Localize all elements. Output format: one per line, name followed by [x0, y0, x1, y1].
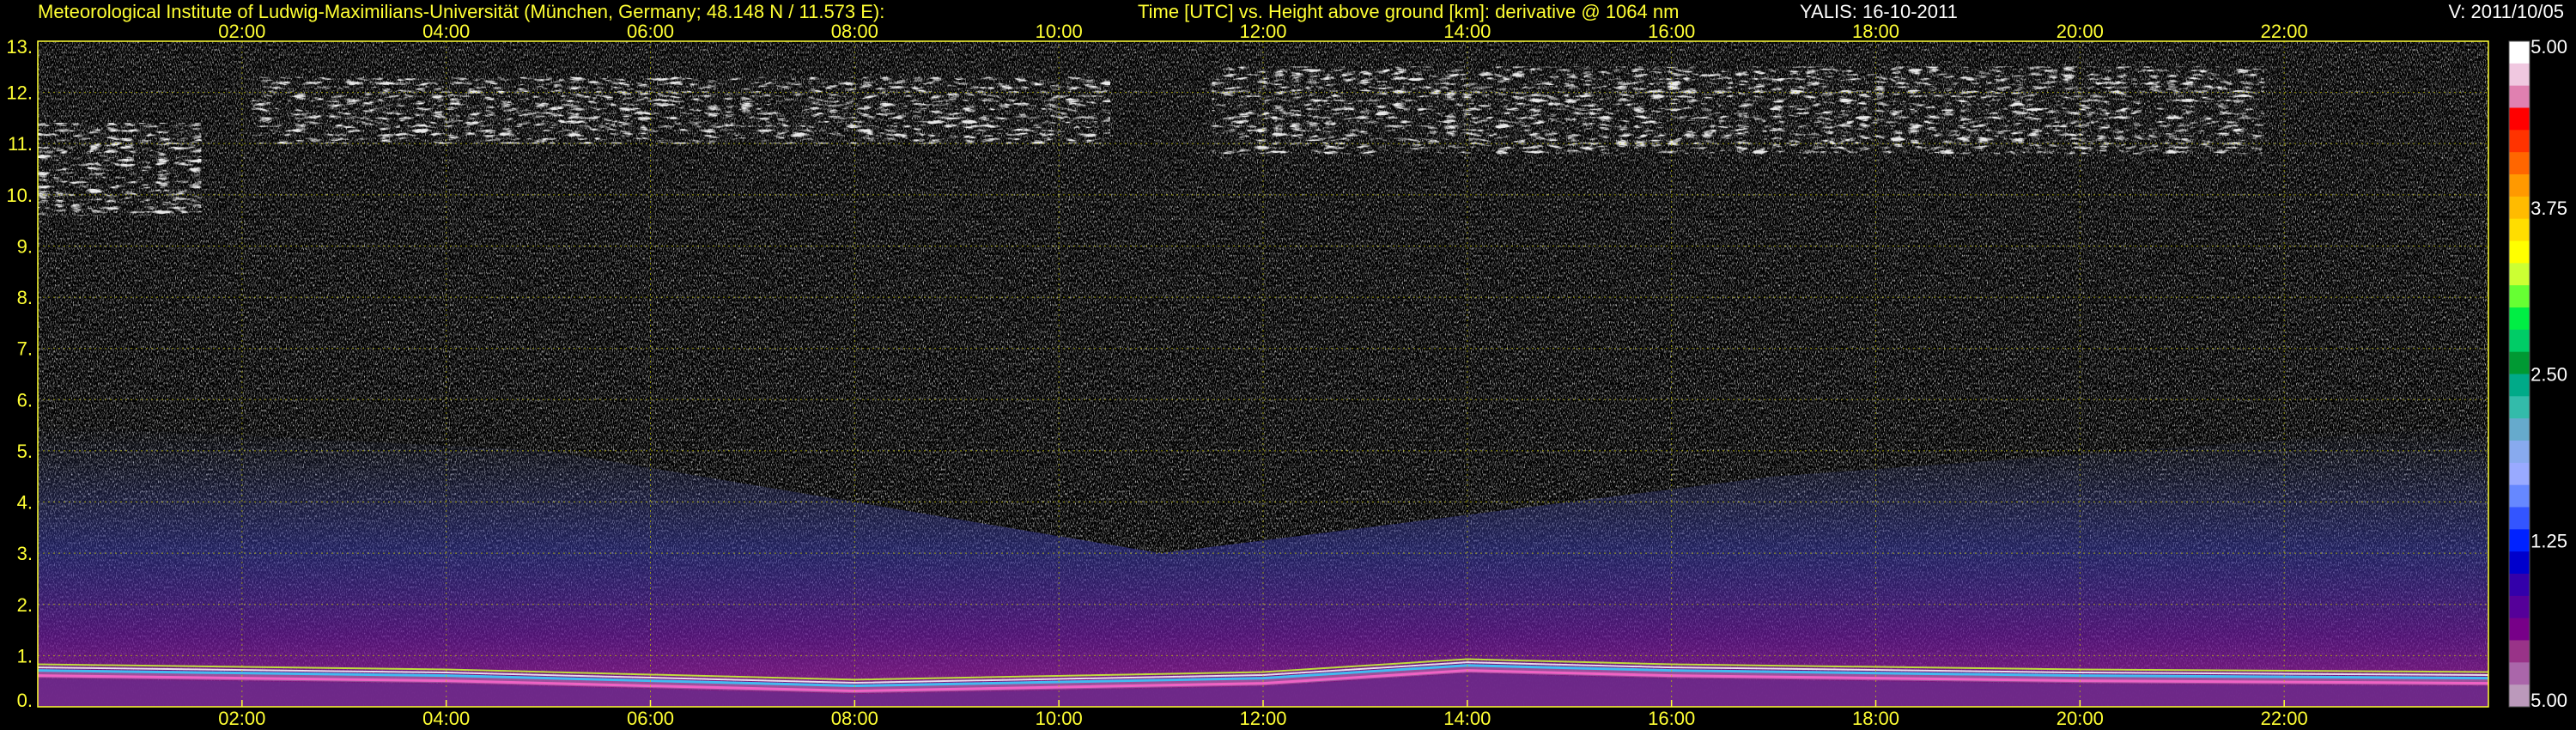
y-tick-label: 10.	[6, 185, 33, 206]
x-tick-label-bottom: 02:00	[218, 708, 265, 729]
y-axis: 0. 1. 2. 3. 4. 5. 6. 7. 8. 9. 10. 11. 12. 13.	[6, 36, 33, 711]
colorbar-segment	[2509, 218, 2530, 241]
x-tick-label-top: 04:00	[422, 21, 470, 42]
x-tick-label-bottom: 16:00	[1648, 708, 1695, 729]
colorbar-segment	[2509, 441, 2530, 464]
colorbar-segment	[2509, 595, 2530, 619]
y-tick-label: 4.	[17, 492, 33, 514]
x-tick-label-top: 10:00	[1036, 21, 1083, 42]
colorbar: 5.00 3.75 2.50 1.25 5.00	[2508, 36, 2567, 711]
colorbar-segment	[2509, 351, 2530, 374]
y-tick-label: 1.	[17, 645, 33, 666]
colorbar-segment	[2509, 285, 2530, 308]
colorbar-segment	[2509, 507, 2530, 530]
lidar-heatmap-chart: 02:00 04:00 06:00 08:00 10:00 12:00 14:00 16:00…	[6, 21, 2567, 729]
x-tick-label-top: 08:00	[831, 21, 878, 42]
y-tick-label: 8.	[17, 287, 33, 308]
colorbar-segment	[2509, 240, 2530, 264]
x-tick-label-bottom: 06:00	[627, 708, 674, 729]
y-tick-label: 12.	[6, 82, 33, 104]
colorbar-label: 5.00	[2530, 690, 2567, 711]
colorbar-segment	[2509, 418, 2530, 441]
x-tick-label-top: 22:00	[2261, 21, 2308, 42]
x-tick-label-top: 20:00	[2057, 21, 2104, 42]
colorbar-segment	[2509, 574, 2530, 597]
y-tick-label: 0.	[17, 690, 33, 711]
cirrus-cloud-3	[1212, 66, 2264, 155]
x-tick-label-bottom: 22:00	[2261, 708, 2308, 729]
x-tick-label-top: 18:00	[1852, 21, 1899, 42]
y-tick-label: 11.	[8, 133, 33, 155]
colorbar-label: 5.00	[2530, 36, 2567, 58]
colorbar-segment	[2509, 152, 2530, 175]
colorbar-segment	[2509, 329, 2530, 353]
colorbar-segment	[2509, 484, 2530, 508]
colorbar-label: 2.50	[2530, 364, 2567, 386]
y-tick-label: 6.	[17, 389, 33, 411]
colorbar-segment	[2509, 684, 2530, 708]
y-tick-label: 9.	[17, 235, 33, 257]
cirrus-cloud-2	[252, 76, 1110, 144]
colorbar-segment	[2509, 63, 2530, 87]
y-tick-label: 5.	[17, 441, 33, 462]
colorbar-label: 1.25	[2530, 530, 2567, 551]
colorbar-segment	[2509, 85, 2530, 108]
colorbar-segment	[2509, 529, 2530, 552]
x-tick-label-bottom: 20:00	[2057, 708, 2104, 729]
colorbar-segment	[2509, 662, 2530, 685]
x-tick-label-bottom: 14:00	[1443, 708, 1491, 729]
x-tick-label-bottom: 08:00	[831, 708, 878, 729]
colorbar-segment	[2509, 107, 2530, 131]
x-tick-label-top: 12:00	[1239, 21, 1286, 42]
colorbar-segment	[2509, 551, 2530, 575]
colorbar-segment	[2509, 617, 2530, 641]
y-tick-label: 2.	[17, 594, 33, 616]
x-tick-label-top: 02:00	[218, 21, 265, 42]
x-tick-label-bottom: 04:00	[422, 708, 470, 729]
colorbar-segment	[2509, 462, 2530, 486]
plot-area	[37, 40, 2489, 708]
x-tick-label-bottom: 12:00	[1239, 708, 1286, 729]
colorbar-segment	[2509, 374, 2530, 397]
y-tick-label: 3.	[17, 543, 33, 564]
colorbar-segment	[2509, 263, 2530, 286]
y-tick-label: 7.	[17, 338, 33, 360]
x-tick-label-bottom: 10:00	[1036, 708, 1083, 729]
colorbar-segment	[2509, 41, 2530, 64]
colorbar-segment	[2509, 396, 2530, 419]
colorbar-label: 3.75	[2530, 198, 2567, 219]
x-tick-label-bottom: 18:00	[1852, 708, 1899, 729]
colorbar-segment	[2509, 640, 2530, 663]
y-tick-label: 13.	[6, 36, 33, 58]
cirrus-cloud-1	[38, 123, 202, 216]
x-axis-top: 02:00 04:00 06:00 08:00 10:00 12:00 14:00 16:00…	[218, 21, 2307, 42]
x-tick-label-top: 06:00	[627, 21, 674, 42]
colorbar-segment	[2509, 196, 2530, 220]
colorbar-segment	[2509, 130, 2530, 153]
colorbar-segment	[2509, 307, 2530, 331]
x-tick-label-top: 16:00	[1648, 21, 1695, 42]
colorbar-segment	[2509, 174, 2530, 198]
x-tick-label-top: 14:00	[1443, 21, 1491, 42]
